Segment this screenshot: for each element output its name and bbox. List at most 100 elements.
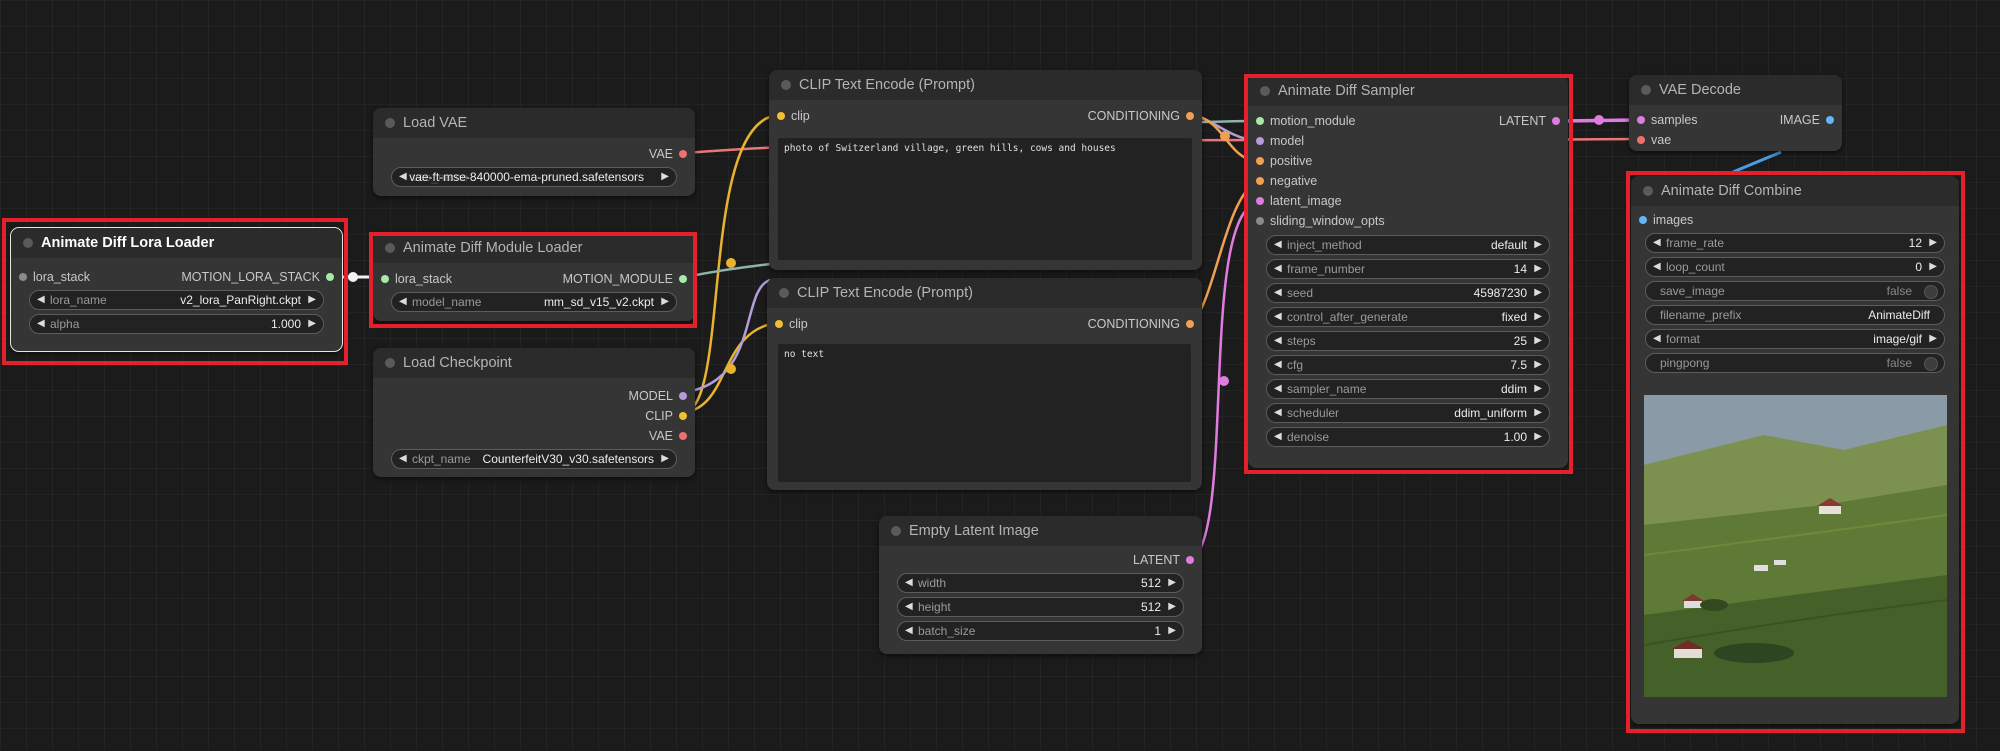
arrow-left-icon[interactable]: ◀ [1274,332,1282,350]
output-slot-icon[interactable] [679,275,687,283]
node-title[interactable]: CLIP Text Encode (Prompt) [767,278,1202,308]
arrow-left-icon[interactable]: ◀ [399,450,407,468]
input-slot-icon[interactable] [1256,177,1264,185]
node-empty-latent-image[interactable]: Empty Latent Image LATENT ◀ width 512 ▶ … [879,516,1202,654]
node-load-checkpoint[interactable]: Load Checkpoint MODEL CLIP VAE ◀ ckpt_na… [373,348,695,477]
arrow-right-icon[interactable]: ▶ [661,293,669,311]
cfg-number[interactable]: ◀ cfg 7.5 ▶ [1266,355,1550,375]
input-slot-icon[interactable] [1256,197,1264,205]
output-slot-icon[interactable] [679,392,687,400]
collapse-dot-icon[interactable] [891,526,901,536]
output-slot-icon[interactable] [1186,556,1194,564]
model-name-combo[interactable]: ◀ model_name mm_sd_v15_v2.ckpt ▶ [391,292,677,312]
control-after-generate-combo[interactable]: ◀ control_after_generate fixed ▶ [1266,307,1550,327]
arrow-left-icon[interactable]: ◀ [1653,234,1661,252]
output-slot-icon[interactable] [679,150,687,158]
node-title[interactable]: VAE Decode [1629,75,1842,105]
seed-number[interactable]: ◀ seed 45987230 ▶ [1266,283,1550,303]
input-slot-icon[interactable] [775,320,783,328]
ckpt-name-combo[interactable]: ◀ ckpt_name CounterfeitV30_v30.safetenso… [391,449,677,469]
node-animate-diff-combine[interactable]: Animate Diff Combine images ◀ frame_rate… [1631,176,1959,724]
arrow-right-icon[interactable]: ▶ [1168,574,1176,592]
arrow-left-icon[interactable]: ◀ [905,574,913,592]
arrow-left-icon[interactable]: ◀ [1274,428,1282,446]
sampler-name-combo[interactable]: ◀ sampler_name ddim ▶ [1266,379,1550,399]
inject-method-combo[interactable]: ◀ inject_method default ▶ [1266,235,1550,255]
arrow-right-icon[interactable]: ▶ [1534,284,1542,302]
frame-rate-number[interactable]: ◀ frame_rate 12 ▶ [1645,233,1945,253]
arrow-right-icon[interactable]: ▶ [1168,598,1176,616]
input-slot-icon[interactable] [1256,157,1264,165]
arrow-left-icon[interactable]: ◀ [1274,404,1282,422]
output-slot-icon[interactable] [679,412,687,420]
input-slot-icon[interactable] [1637,116,1645,124]
node-clip-text-encode-negative[interactable]: CLIP Text Encode (Prompt) clip CONDITION… [767,278,1202,490]
scheduler-combo[interactable]: ◀ scheduler ddim_uniform ▶ [1266,403,1550,423]
loop-count-number[interactable]: ◀ loop_count 0 ▶ [1645,257,1945,277]
node-title[interactable]: Load VAE [373,108,695,138]
node-vae-decode[interactable]: VAE Decode samples IMAGE vae [1629,75,1842,151]
arrow-right-icon[interactable]: ▶ [1534,356,1542,374]
collapse-dot-icon[interactable] [23,238,33,248]
node-title[interactable]: Animate Diff Sampler [1248,76,1568,106]
collapse-dot-icon[interactable] [385,358,395,368]
height-number[interactable]: ◀ height 512 ▶ [897,597,1184,617]
collapse-dot-icon[interactable] [385,243,395,253]
arrow-right-icon[interactable]: ▶ [308,291,316,309]
arrow-right-icon[interactable]: ▶ [661,450,669,468]
arrow-right-icon[interactable]: ▶ [661,168,669,186]
arrow-left-icon[interactable]: ◀ [37,315,45,333]
arrow-right-icon[interactable]: ▶ [308,315,316,333]
arrow-right-icon[interactable]: ▶ [1534,380,1542,398]
arrow-left-icon[interactable]: ◀ [399,293,407,311]
arrow-left-icon[interactable]: ◀ [1274,260,1282,278]
filename-prefix-input[interactable]: filename_prefix AnimateDiff [1645,305,1945,325]
node-lora-loader[interactable]: Animate Diff Lora Loader lora_stack MOTI… [10,227,343,352]
width-number[interactable]: ◀ width 512 ▶ [897,573,1184,593]
format-combo[interactable]: ◀ format image/gif ▶ [1645,329,1945,349]
arrow-left-icon[interactable]: ◀ [1653,330,1661,348]
collapse-dot-icon[interactable] [1641,85,1651,95]
input-slot-icon[interactable] [1256,217,1264,225]
output-slot-icon[interactable] [326,273,334,281]
arrow-right-icon[interactable]: ▶ [1168,622,1176,640]
frame-number-number[interactable]: ◀ frame_number 14 ▶ [1266,259,1550,279]
arrow-left-icon[interactable]: ◀ [905,598,913,616]
input-slot-icon[interactable] [1637,136,1645,144]
node-title[interactable]: Animate Diff Combine [1631,176,1959,206]
vae-name-combo[interactable]: ◀ vae_name vae-ft-mse-840000-ema-pruned.… [391,167,677,187]
node-clip-text-encode-positive[interactable]: CLIP Text Encode (Prompt) clip CONDITION… [769,70,1202,270]
input-slot-icon[interactable] [1639,216,1647,224]
input-slot-icon[interactable] [1256,117,1264,125]
collapse-dot-icon[interactable] [385,118,395,128]
input-slot-icon[interactable] [381,275,389,283]
prompt-textarea[interactable]: no text [778,344,1191,482]
pingpong-toggle[interactable]: pingpong false [1645,353,1945,373]
denoise-number[interactable]: ◀ denoise 1.00 ▶ [1266,427,1550,447]
arrow-right-icon[interactable]: ▶ [1534,428,1542,446]
node-load-vae[interactable]: Load VAE VAE ◀ vae_name vae-ft-mse-84000… [373,108,695,196]
arrow-right-icon[interactable]: ▶ [1929,234,1937,252]
output-slot-icon[interactable] [1186,320,1194,328]
steps-number[interactable]: ◀ steps 25 ▶ [1266,331,1550,351]
prompt-textarea[interactable]: photo of Switzerland village, green hill… [778,138,1192,260]
arrow-left-icon[interactable]: ◀ [1274,356,1282,374]
lora-name-combo[interactable]: ◀ lora_name v2_lora_PanRight.ckpt ▶ [29,290,324,310]
collapse-dot-icon[interactable] [1643,186,1653,196]
arrow-right-icon[interactable]: ▶ [1534,332,1542,350]
node-module-loader[interactable]: Animate Diff Module Loader lora_stack MO… [373,233,695,321]
input-slot-icon[interactable] [19,273,27,281]
arrow-left-icon[interactable]: ◀ [1274,308,1282,326]
arrow-right-icon[interactable]: ▶ [1534,404,1542,422]
arrow-left-icon[interactable]: ◀ [1274,380,1282,398]
node-title[interactable]: CLIP Text Encode (Prompt) [769,70,1202,100]
node-title[interactable]: Empty Latent Image [879,516,1202,546]
collapse-dot-icon[interactable] [779,288,789,298]
node-title[interactable]: Animate Diff Lora Loader [11,228,342,258]
arrow-right-icon[interactable]: ▶ [1534,236,1542,254]
arrow-right-icon[interactable]: ▶ [1929,330,1937,348]
arrow-left-icon[interactable]: ◀ [1653,258,1661,276]
arrow-right-icon[interactable]: ▶ [1929,258,1937,276]
alpha-number[interactable]: ◀ alpha 1.000 ▶ [29,314,324,334]
node-title[interactable]: Load Checkpoint [373,348,695,378]
